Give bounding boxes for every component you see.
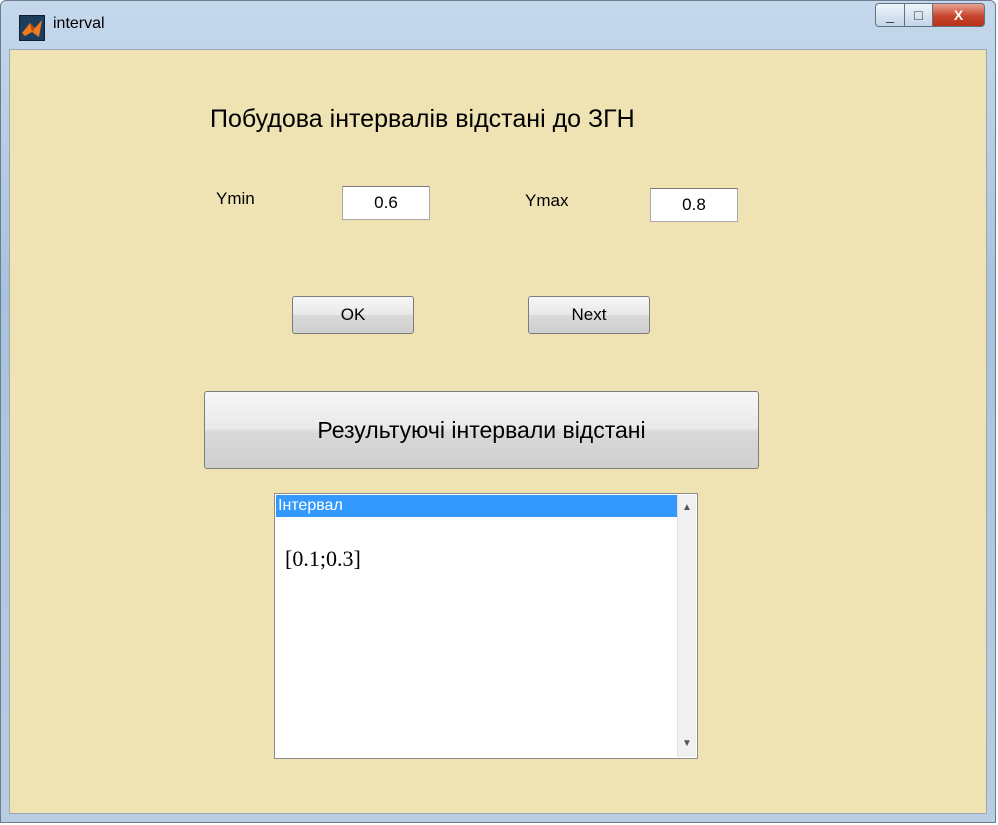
figure-client-area: Побудова інтервалів відстані до ЗГН Ymin… — [9, 49, 987, 814]
scroll-up-icon[interactable]: ▲ — [678, 499, 696, 517]
next-button[interactable]: Next — [528, 296, 650, 334]
list-item[interactable]: [0.1;0.3] — [285, 546, 361, 572]
minimize-icon: _ — [886, 7, 894, 23]
minimize-button[interactable]: _ — [875, 3, 905, 27]
ok-button-label: OK — [340, 305, 366, 324]
list-item-selected[interactable]: Інтервал — [276, 495, 677, 517]
close-icon: X — [953, 7, 964, 23]
results-button[interactable]: Результуючі інтервали відстані — [204, 391, 759, 469]
app-window: interval _ □ X Побудова інтервалів відст… — [0, 0, 996, 823]
page-title: Побудова інтервалів відстані до ЗГН — [210, 105, 635, 133]
caption-buttons: _ □ X — [875, 3, 985, 29]
ymax-input[interactable]: 0.8 — [650, 188, 738, 222]
scroll-down-icon[interactable]: ▼ — [678, 735, 696, 753]
ymin-label: Ymin — [216, 189, 255, 208]
ymax-label: Ymax — [525, 191, 569, 210]
maximize-icon: □ — [914, 7, 923, 23]
close-button[interactable]: X — [933, 3, 985, 27]
vertical-scrollbar[interactable]: ▲ ▼ — [677, 495, 696, 757]
ymin-input[interactable]: 0.6 — [342, 186, 430, 220]
next-button-label: Next — [571, 305, 607, 324]
results-button-label: Результуючі інтервали відстані — [317, 416, 646, 443]
window-title: interval — [53, 15, 105, 32]
matlab-icon — [19, 15, 45, 41]
title-bar[interactable]: interval _ □ X — [1, 1, 995, 49]
maximize-button[interactable]: □ — [905, 3, 933, 27]
interval-listbox[interactable]: Інтервал [0.1;0.3] ▲ ▼ — [274, 493, 698, 759]
ok-button[interactable]: OK — [292, 296, 414, 334]
